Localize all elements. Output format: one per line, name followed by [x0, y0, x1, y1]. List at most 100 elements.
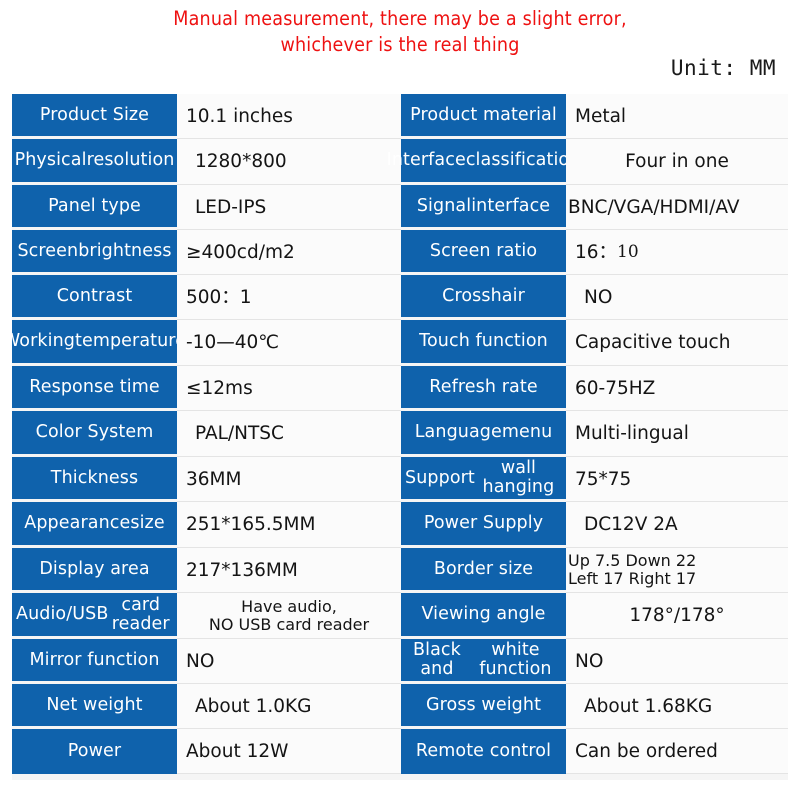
spec-pair-right: Support wall hanging 75*75	[401, 457, 788, 502]
spec-label: Product material	[401, 94, 566, 136]
spec-value: BNC/VGA/HDMI/AV	[566, 185, 788, 230]
spec-label: Support wall hanging	[401, 457, 566, 499]
spec-label-line: Contrast	[56, 285, 133, 306]
spec-label: Audio/USB card reader	[12, 593, 177, 636]
spec-label: Product Size	[12, 94, 177, 136]
spec-label: Black and white function	[401, 639, 566, 681]
table-row: Power About 12W Remote control Can be order…	[12, 729, 788, 774]
spec-label: Screen ratio	[401, 230, 566, 272]
spec-value: DC12V 2A	[566, 502, 788, 548]
spec-label-line: Product material	[410, 104, 557, 125]
spec-label-line: Screen ratio	[429, 240, 538, 261]
spec-pair-left: Product Size 10.1 inches	[12, 94, 401, 139]
spec-value: 217*136MM	[177, 548, 401, 593]
table-row: Response time ≤12ms Refresh rate 60-75HZ	[12, 366, 788, 411]
spec-value: Multi-lingual	[566, 411, 788, 457]
spec-value: Metal	[566, 94, 788, 139]
spec-label: Signal interface	[401, 185, 566, 227]
spec-label-line: resolution	[86, 150, 175, 170]
table-row: Working temperature -10—40℃ Touch function C…	[3, 320, 788, 366]
spec-value: 500：1	[177, 275, 401, 320]
unit-note: Unit: MM	[670, 56, 776, 80]
spec-value: LED-IPS	[177, 185, 401, 230]
spec-pair-left: Power About 12W	[12, 729, 401, 774]
spec-label-line: brightness	[78, 240, 172, 261]
table-row: Audio/USB card reader Have audio, NO USB c…	[12, 593, 788, 639]
spec-label: Panel type	[12, 185, 177, 227]
specification-table: Product Size 10.1 inches Product material M…	[3, 94, 788, 780]
spec-pair-right: Refresh rate 60-75HZ	[401, 366, 788, 411]
spec-value: 36MM	[177, 457, 401, 502]
spec-pair-right: Signal interface BNC/VGA/HDMI/AV	[401, 185, 788, 230]
table-row: Panel type LED-IPS Signal interface BNC/VGA/…	[12, 185, 788, 230]
spec-label: Response time	[12, 366, 177, 408]
spec-value: NO	[177, 639, 401, 684]
spec-sheet-page: Manual measurement, there may be a sligh…	[0, 0, 800, 800]
spec-value: PAL/NTSC	[177, 411, 401, 457]
spec-label-line: Signal	[416, 195, 472, 216]
spec-label: Interface classification	[387, 139, 580, 182]
spec-pair-left: Screen brightness ≥400cd/m2	[12, 230, 401, 275]
spec-label: Crosshair	[401, 275, 566, 317]
spec-value: Capacitive touch	[566, 320, 788, 366]
spec-value: NO	[566, 275, 788, 320]
table-row: Mirror function NO Black and white function…	[12, 639, 788, 684]
spec-label-line: Appearance	[24, 513, 131, 533]
spec-pair-right: Product material Metal	[401, 94, 788, 139]
spec-pair-left: Response time ≤12ms	[12, 366, 401, 411]
spec-label-line: Mirror function	[29, 649, 160, 670]
spec-label-line: Audio/USB	[16, 604, 109, 624]
spec-pair-right: Viewing angle 178°/178°	[401, 593, 788, 639]
spec-label-line: interface	[471, 195, 551, 216]
spec-label-line: Interface	[386, 150, 466, 170]
spec-value: 60-75HZ	[566, 366, 788, 411]
table-row: Net weight About 1.0KG Gross weight About 1…	[12, 684, 788, 729]
spec-pair-right: Touch function Capacitive touch	[401, 320, 788, 366]
spec-pair-right: Language menu Multi-lingual	[401, 411, 788, 457]
spec-label-line: Language	[414, 422, 502, 442]
spec-label-line: Support	[405, 467, 475, 488]
spec-pair-left: Panel type LED-IPS	[12, 185, 401, 230]
table-row: Product Size 10.1 inches Product material M…	[12, 94, 788, 139]
spec-label: Working temperature	[3, 320, 186, 363]
spec-label-line: Product Size	[39, 104, 150, 125]
spec-label-line: Working	[2, 331, 75, 351]
spec-value: Can be ordered	[566, 729, 788, 774]
spec-label: Remote control	[401, 729, 566, 774]
spec-pair-right: Screen ratio 16： 10	[401, 230, 788, 275]
spec-value: About 1.68KG	[566, 684, 788, 729]
spec-label-line: Response time	[29, 376, 160, 397]
table-row: Thickness 36MM Support wall hanging 75*75	[12, 457, 788, 502]
measurement-notice: Manual measurement, there may be a sligh…	[0, 6, 800, 58]
spec-pair-left: Audio/USB card reader Have audio, NO USB c…	[12, 593, 401, 639]
spec-label: Mirror function	[12, 639, 177, 681]
table-row: Display area 217*136MM Border size Up 7.5 D…	[12, 548, 788, 593]
spec-label-line: menu	[501, 422, 553, 442]
spec-value: Four in one	[566, 139, 788, 185]
spec-label-line: temperature	[74, 331, 187, 351]
spec-value: 1280*800	[177, 139, 401, 185]
spec-label-line: Net weight	[46, 694, 143, 715]
spec-label-line: Screen	[17, 240, 79, 261]
spec-label: Physical resolution	[12, 139, 177, 182]
spec-value: Have audio, NO USB card reader	[177, 593, 401, 639]
spec-label-line: Panel type	[48, 195, 141, 216]
spec-label-line: Remote control	[415, 741, 552, 761]
spec-pair-left: Appearance size 251*165.5MM	[12, 502, 401, 548]
spec-label: Refresh rate	[401, 366, 566, 408]
table-row: Screen brightness ≥400cd/m2 Screen ratio 16：…	[12, 230, 788, 275]
spec-label-line: classification	[465, 150, 581, 170]
spec-label-line: Crosshair	[442, 285, 525, 306]
spec-label-line: Power	[67, 741, 122, 761]
spec-pair-right: Interface classification Four in one	[387, 139, 788, 185]
spec-pair-left: Working temperature -10—40℃	[3, 320, 401, 366]
spec-label-line: card reader	[111, 594, 170, 634]
spec-label-line: Thickness	[50, 467, 139, 488]
table-row: Appearance size 251*165.5MM Power Supply DC1…	[12, 502, 788, 548]
table-row: Contrast 500：1 Crosshair NO	[12, 275, 788, 320]
spec-label-line: Touch function	[419, 331, 548, 351]
spec-pair-left: Color System PAL/NTSC	[12, 411, 401, 457]
spec-value: About 1.0KG	[177, 684, 401, 729]
spec-label: Touch function	[401, 320, 566, 363]
spec-value: Up 7.5 Down 22 Left 17 Right 17	[566, 548, 788, 593]
